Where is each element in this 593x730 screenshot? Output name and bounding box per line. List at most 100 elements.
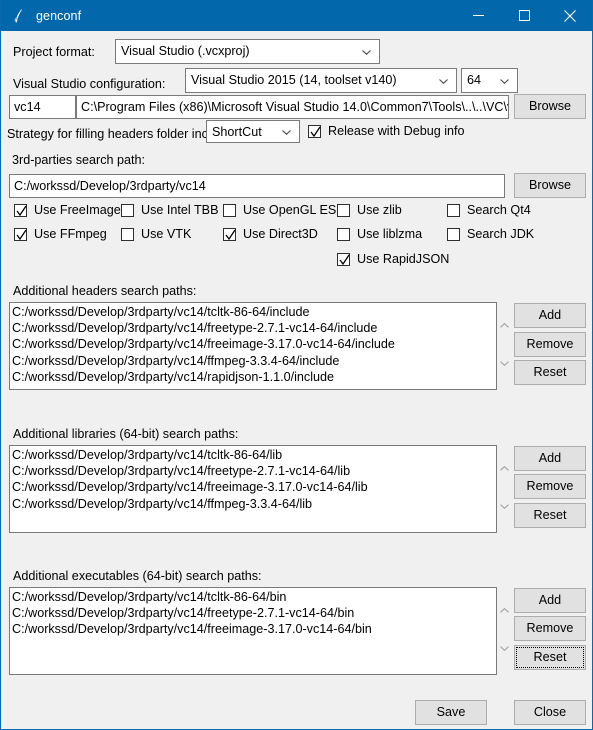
- architecture-combo[interactable]: 64: [461, 68, 518, 93]
- list-item[interactable]: C:/workssd/Develop/3rdparty/vc14/rapidjs…: [12, 369, 496, 385]
- headers-search-paths-list[interactable]: C:/workssd/Develop/3rdparty/vc14/tcltk-8…: [9, 302, 497, 390]
- list-item[interactable]: C:/workssd/Develop/3rdparty/vc14/freetyp…: [12, 463, 496, 479]
- checkbox-box: [121, 227, 134, 241]
- list-item[interactable]: C:/workssd/Develop/3rdparty/vc14/tcltk-8…: [12, 589, 496, 605]
- checkbox-use-opengl-es[interactable]: Use OpenGL ES: [223, 203, 336, 217]
- chevron-down-icon: [282, 129, 291, 135]
- scroll-down-icon[interactable]: [497, 501, 511, 511]
- checkbox-box: [14, 203, 27, 217]
- vs-install-path-input[interactable]: C:\Program Files (x86)\Microsoft Visual …: [76, 95, 509, 119]
- qt-feather-icon: [11, 8, 27, 24]
- vs-path-browse-button[interactable]: Browse: [514, 94, 586, 119]
- checkbox-label: Use FreeImage: [34, 203, 121, 217]
- checkbox-label: Use FFmpeg: [34, 227, 107, 241]
- list-item[interactable]: C:/workssd/Develop/3rdparty/vc14/tcltk-8…: [12, 304, 496, 320]
- checkbox-label: Search Qt4: [467, 203, 531, 217]
- list-item[interactable]: C:/workssd/Develop/3rdparty/vc14/freeima…: [12, 621, 496, 637]
- vs-config-combo[interactable]: Visual Studio 2015 (14, toolset v140): [185, 68, 457, 93]
- genconf-window: genconf Project format: Visual Studio (.…: [0, 0, 593, 730]
- list-item[interactable]: C:/workssd/Develop/3rdparty/vc14/freetyp…: [12, 320, 496, 336]
- strategy-label: Strategy for filling headers folder inc:: [7, 127, 212, 141]
- architecture-value: 64: [467, 73, 482, 87]
- list-item[interactable]: C:/workssd/Develop/3rdparty/vc14/freetyp…: [12, 605, 496, 621]
- checkbox-use-liblzma[interactable]: Use liblzma: [337, 227, 422, 241]
- checkbox-label: Use Direct3D: [243, 227, 318, 241]
- chevron-down-icon: [500, 78, 509, 84]
- third-parties-label: 3rd-parties search path:: [12, 153, 146, 167]
- headers-add-button[interactable]: Add: [514, 303, 586, 328]
- checkbox-use-rapidjson[interactable]: Use RapidJSON: [337, 252, 449, 266]
- checkbox-label: Use liblzma: [357, 227, 423, 241]
- libraries-section-label: Additional libraries (64-bit) search pat…: [13, 427, 239, 441]
- checkbox-box: [223, 227, 236, 241]
- scroll-up-icon[interactable]: [497, 605, 511, 615]
- headers-list-scroll-arrows[interactable]: [497, 320, 511, 372]
- checkbox-box: [447, 227, 460, 241]
- headers-remove-button[interactable]: Remove: [514, 332, 586, 357]
- chevron-down-icon: [439, 78, 448, 84]
- checkbox-search-jdk[interactable]: Search JDK: [447, 227, 534, 241]
- vs-config-label: Visual Studio configuration:: [13, 77, 166, 91]
- third-parties-path-input[interactable]: C:/workssd/Develop/3rdparty/vc14: [9, 174, 505, 198]
- headers-reset-button[interactable]: Reset: [514, 360, 586, 385]
- maximize-button[interactable]: [501, 0, 547, 31]
- list-item[interactable]: C:/workssd/Develop/3rdparty/vc14/tcltk-8…: [12, 447, 496, 463]
- checkbox-label: Use VTK: [141, 227, 192, 241]
- toolset-tag-input[interactable]: vc14: [9, 95, 76, 119]
- checkbox-box: [447, 203, 460, 217]
- checkbox-search-qt4[interactable]: Search Qt4: [447, 203, 531, 217]
- checkbox-box: [337, 252, 350, 266]
- list-item[interactable]: C:/workssd/Develop/3rdparty/vc14/freeima…: [12, 336, 496, 352]
- executables-reset-button[interactable]: Reset: [514, 645, 586, 670]
- release-with-debug-info-label: Release with Debug info: [328, 124, 465, 138]
- checkbox-use-intel-tbb[interactable]: Use Intel TBB: [121, 203, 218, 217]
- checkbox-use-zlib[interactable]: Use zlib: [337, 203, 402, 217]
- window-title: genconf: [36, 8, 82, 23]
- checkbox-label: Use RapidJSON: [357, 252, 450, 266]
- checkbox-label: Use Intel TBB: [141, 203, 219, 217]
- scroll-down-icon[interactable]: [497, 358, 511, 368]
- list-item[interactable]: C:/workssd/Develop/3rdparty/vc14/ffmpeg-…: [12, 353, 496, 369]
- libraries-list-scroll-arrows[interactable]: [497, 463, 511, 515]
- strategy-value: ShortCut: [212, 125, 262, 139]
- checkbox-label: Use zlib: [357, 203, 402, 217]
- checkbox-use-vtk[interactable]: Use VTK: [121, 227, 191, 241]
- minimize-button[interactable]: [455, 0, 501, 31]
- chevron-down-icon: [362, 49, 371, 55]
- checkbox-box: [121, 203, 134, 217]
- close-button[interactable]: [547, 0, 592, 31]
- save-button[interactable]: Save: [415, 700, 487, 725]
- executables-add-button[interactable]: Add: [514, 588, 586, 613]
- checkbox-box: [14, 227, 27, 241]
- libraries-remove-button[interactable]: Remove: [514, 474, 586, 499]
- executables-list-scroll-arrows[interactable]: [497, 605, 511, 657]
- checkbox-use-ffmpeg[interactable]: Use FFmpeg: [14, 227, 107, 241]
- scroll-down-icon[interactable]: [497, 643, 511, 653]
- project-format-value: Visual Studio (.vcxproj): [121, 44, 250, 58]
- title-bar: genconf: [1, 0, 592, 31]
- headers-section-label: Additional headers search paths:: [13, 284, 197, 298]
- checkbox-box: [337, 203, 350, 217]
- third-parties-browse-button[interactable]: Browse: [514, 173, 586, 198]
- libraries-add-button[interactable]: Add: [514, 446, 586, 471]
- executables-section-label: Additional executables (64-bit) search p…: [13, 569, 262, 583]
- release-with-debug-info-checkbox[interactable]: Release with Debug info: [308, 124, 465, 138]
- project-format-combo[interactable]: Visual Studio (.vcxproj): [115, 39, 380, 64]
- libraries-reset-button[interactable]: Reset: [514, 503, 586, 528]
- vs-config-value: Visual Studio 2015 (14, toolset v140): [191, 73, 397, 87]
- close-button-footer[interactable]: Close: [514, 700, 586, 725]
- checkbox-use-direct3d[interactable]: Use Direct3D: [223, 227, 318, 241]
- scroll-up-icon[interactable]: [497, 320, 511, 330]
- checkbox-box: [308, 124, 321, 138]
- checkbox-label: Use OpenGL ES: [243, 203, 337, 217]
- libraries-search-paths-list[interactable]: C:/workssd/Develop/3rdparty/vc14/tcltk-8…: [9, 445, 497, 533]
- checkbox-box: [337, 227, 350, 241]
- checkbox-use-freeimage[interactable]: Use FreeImage: [14, 203, 121, 217]
- list-item[interactable]: C:/workssd/Develop/3rdparty/vc14/freeima…: [12, 479, 496, 495]
- strategy-combo[interactable]: ShortCut: [206, 120, 300, 143]
- executables-search-paths-list[interactable]: C:/workssd/Develop/3rdparty/vc14/tcltk-8…: [9, 587, 497, 675]
- checkbox-box: [223, 203, 236, 217]
- scroll-up-icon[interactable]: [497, 463, 511, 473]
- executables-remove-button[interactable]: Remove: [514, 616, 586, 641]
- list-item[interactable]: C:/workssd/Develop/3rdparty/vc14/ffmpeg-…: [12, 496, 496, 512]
